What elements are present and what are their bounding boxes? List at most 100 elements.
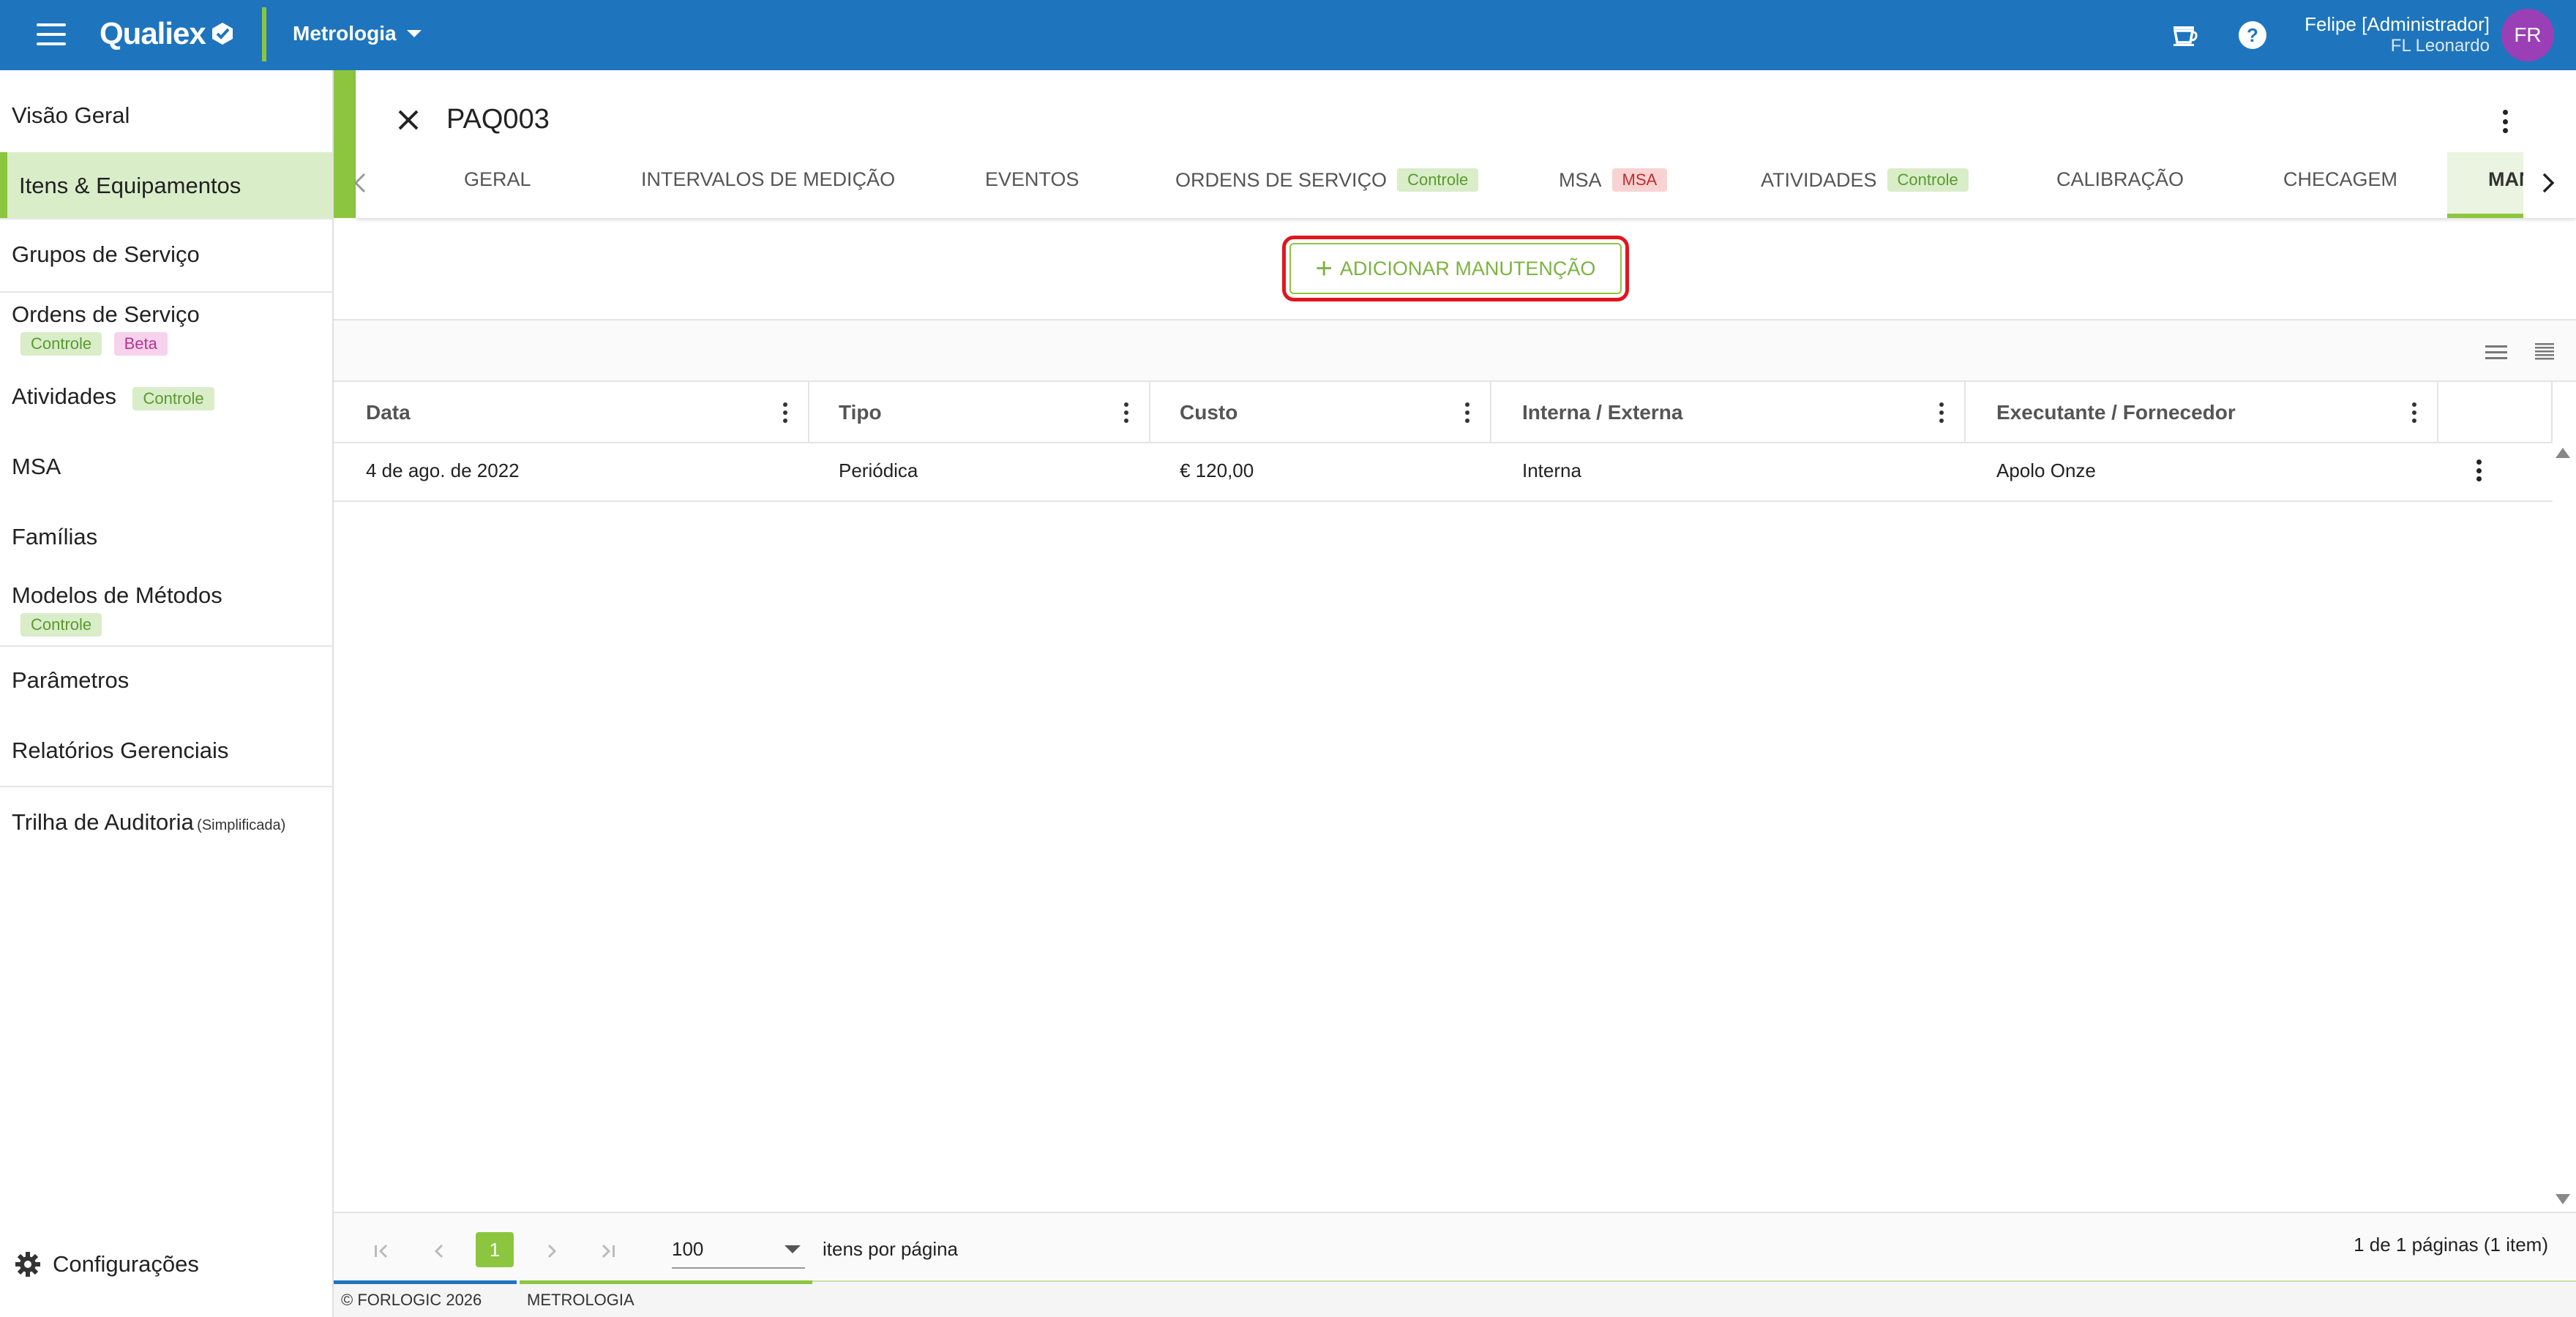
sidebar-item-trilha-auditoria[interactable]: Trilha de Auditoria (Simplificada) [0,809,332,856]
tab-intervalos-medicao[interactable]: INTERVALOS DE MEDIÇÃO [641,168,895,191]
settings-label: Configurações [53,1251,199,1277]
tag-controle: Controle [1887,168,1969,192]
tag-controle: Controle [132,387,214,410]
table-row[interactable] [334,443,2553,502]
chevron-left-icon[interactable] [351,171,369,195]
tab-checagem[interactable]: CHECAGEM [2283,168,2397,191]
cell-data: 4 de ago. de 2022 [366,459,520,481]
column-divider [1490,382,1491,443]
last-page-icon[interactable] [599,1242,618,1260]
sidebar-item-note: (Simplificada) [197,817,286,833]
page-size-value: 100 [672,1238,704,1260]
user-name: Felipe [Administrador] [2304,13,2490,35]
sidebar-item-ordens-servico[interactable]: Ordens de Serviço Controle Beta [0,301,332,367]
avatar[interactable]: FR [2501,9,2554,61]
tag-controle: Controle [20,332,102,356]
user-organization: FL Leonardo [2390,36,2490,56]
scroll-down-arrow-icon[interactable] [2556,1194,2570,1204]
chevron-right-icon[interactable] [2539,171,2557,195]
topbar-divider [262,7,266,61]
logo-mark-icon [211,23,233,45]
sidebar-item-familias[interactable]: Famílias [0,524,332,571]
tab-eventos[interactable]: EVENTOS [985,168,1079,191]
column-header-executante[interactable]: Executante / Fornecedor [1996,382,2236,443]
sidebar-item-parametros[interactable]: Parâmetros [0,667,332,714]
module-selector[interactable]: Metrologia [293,22,422,45]
column-menu-icon[interactable] [1464,402,1471,423]
compact-view-icon[interactable] [2534,342,2556,361]
tab-manutencao[interactable]: MANUTENÇÃO [2447,152,2523,218]
pager [334,1212,2576,1280]
add-maintenance-label: ADICIONAR MANUTENÇÃO [1339,257,1596,279]
sidebar-item-msa[interactable]: MSA [0,454,332,500]
settings-link[interactable]: Configurações [13,1250,199,1279]
tab-ordens-servico[interactable]: ORDENS DE SERVIÇO Controle [1175,168,1479,192]
list-view-icon[interactable] [2485,342,2507,361]
column-header-data[interactable]: Data [366,382,411,443]
column-menu-icon[interactable] [1938,402,1945,423]
tab-label: MSA [1559,168,1602,191]
tab-label: GERAL [464,168,531,190]
column-header-tipo[interactable]: Tipo [839,382,882,443]
column-menu-icon[interactable] [1123,402,1130,423]
column-header-custo[interactable]: Custo [1180,382,1238,443]
column-label: Data [366,401,411,424]
tag-beta: Beta [113,332,168,356]
first-page-icon[interactable] [372,1242,391,1260]
add-maintenance-button[interactable]: + ADICIONAR MANUTENÇÃO [1289,243,1622,294]
footer-module: METROLOGIA [527,1291,634,1309]
sidebar-item-visao-geral[interactable]: Visão Geral [0,102,332,149]
sidebar-item-label: Itens & Equipamentos [19,173,242,198]
current-page-button[interactable]: 1 [476,1232,514,1267]
sidebar-item-atividades[interactable]: Atividades Controle [0,383,332,430]
column-menu-icon[interactable] [2411,402,2418,423]
column-menu-icon[interactable] [782,402,789,423]
tab-atividades[interactable]: ATIVIDADES Controle [1761,168,1969,192]
scroll-up-arrow-icon[interactable] [2556,448,2570,458]
previous-page-icon[interactable] [430,1242,448,1260]
sidebar-divider [0,218,332,220]
cell-custo: € 120,00 [1180,459,1254,481]
footer-copyright: © FORLOGIC 2026 [341,1291,482,1309]
logo-text: Qualiex [100,16,206,50]
more-options-icon[interactable] [2494,107,2516,136]
sidebar-divider [0,786,332,787]
app-logo[interactable]: Qualiex [100,16,235,51]
page-size-select[interactable]: 100 [672,1231,805,1269]
next-page-icon[interactable] [543,1242,561,1260]
tab-label: CALIBRAÇÃO [2056,168,2184,190]
close-icon[interactable] [394,105,423,135]
column-header-interna-externa[interactable]: Interna / Externa [1522,382,1682,443]
row-actions-icon[interactable] [2475,459,2482,481]
coffee-cup-icon[interactable] [2168,19,2200,51]
tab-calibracao[interactable]: CALIBRAÇÃO [2056,168,2184,191]
tab-geral[interactable]: GERAL [464,168,531,191]
sidebar-item-itens-equipamentos[interactable]: Itens & Equipamentos [0,152,332,218]
column-label: Tipo [839,401,882,424]
sidebar-item-label: MSA [12,454,61,479]
sidebar-item-relatorios[interactable]: Relatórios Gerenciais [0,738,332,784]
tab-label: CHECAGEM [2283,168,2398,190]
sidebar-item-label: Trilha de Auditoria [12,809,194,835]
user-info[interactable]: Felipe [Administrador] FL Leonardo [2304,13,2490,57]
tab-label: INTERVALOS DE MEDIÇÃO [641,168,896,190]
cell-interna-externa: Interna [1522,459,1581,481]
gear-icon [15,1252,40,1277]
help-icon[interactable]: ? [2236,19,2269,51]
column-label: Executante / Fornecedor [1996,401,2236,424]
page-size-label: itens por página [823,1238,959,1260]
detail-accent-bar [334,70,356,218]
column-label: Custo [1180,401,1238,424]
sidebar-divider [0,291,332,293]
tab-label: MANUTENÇÃO [2488,168,2523,190]
menu-icon[interactable] [37,23,66,45]
column-divider [1149,382,1150,443]
cell-tipo: Periódica [839,459,918,481]
tab-msa[interactable]: MSA MSA [1559,168,1668,192]
tab-label: ATIVIDADES [1761,168,1877,191]
sidebar-item-grupos-servico[interactable]: Grupos de Serviço [0,241,332,288]
module-label: Metrologia [293,22,397,45]
chevron-down-icon [785,1245,801,1253]
sidebar-item-modelos-metodos[interactable]: Modelos de Métodos Controle [0,582,332,648]
cell-executante: Apolo Onze [1996,459,2096,481]
